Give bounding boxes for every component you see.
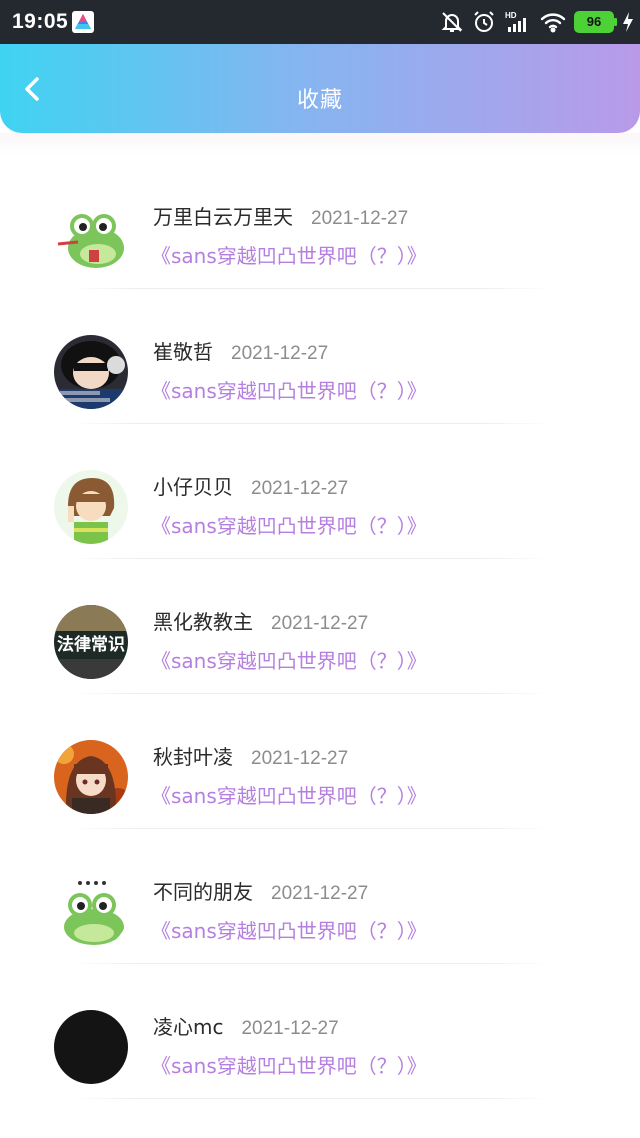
list-item[interactable]: 小仔贝贝 2021-12-27 《sans穿越凹凸世界吧（？）》 xyxy=(0,425,640,560)
divider xyxy=(70,1098,550,1099)
avatar-anime-boy[interactable] xyxy=(54,335,128,409)
work-title-link[interactable]: 《sans穿越凹凸世界吧（？）》 xyxy=(151,645,427,674)
favorite-date: 2021-12-27 xyxy=(271,613,369,634)
favorite-date: 2021-12-27 xyxy=(241,1018,339,1039)
list-item[interactable]: 法律常识 黑化教教主 2021-12-27 《sans穿越凹凸世界吧（？）》 xyxy=(0,560,640,695)
divider xyxy=(70,423,550,424)
favorite-date: 2021-12-27 xyxy=(231,343,329,364)
list-item[interactable]: 崔敬哲 2021-12-27 《sans穿越凹凸世界吧（？）》 xyxy=(0,290,640,425)
avatar-frog[interactable] xyxy=(54,200,128,274)
header-shadow xyxy=(0,133,640,155)
user-name: 黑化教教主 xyxy=(153,610,253,634)
user-name: 崔敬哲 xyxy=(153,340,213,364)
work-title-link[interactable]: 《sans穿越凹凸世界吧（？）》 xyxy=(151,510,427,539)
avatar-cartoon-kid[interactable] xyxy=(54,470,128,544)
favorites-list: 万里白云万里天 2021-12-27 《sans穿越凹凸世界吧（？）》 崔敬哲 … xyxy=(0,155,640,1100)
mute-bell-icon xyxy=(440,10,464,34)
user-name: 秋封叶凌 xyxy=(153,745,233,769)
avatar-dark[interactable] xyxy=(54,1010,128,1084)
divider xyxy=(70,693,550,694)
charging-bolt-icon xyxy=(622,11,634,33)
favorite-date: 2021-12-27 xyxy=(251,748,349,769)
book-title-text: 法律常识 xyxy=(57,634,125,655)
list-item[interactable]: 秋封叶凌 2021-12-27 《sans穿越凹凸世界吧（？）》 xyxy=(0,695,640,830)
favorite-date: 2021-12-27 xyxy=(271,883,369,904)
divider xyxy=(70,288,550,289)
divider xyxy=(70,963,550,964)
alarm-clock-icon xyxy=(472,10,496,34)
status-time: 19:05 xyxy=(12,10,69,33)
wifi-icon xyxy=(540,11,566,33)
avatar-anime-girl[interactable] xyxy=(54,740,128,814)
work-title-link[interactable]: 《sans穿越凹凸世界吧（？）》 xyxy=(151,375,427,404)
page-title: 收藏 xyxy=(296,88,343,113)
svg-text:HD: HD xyxy=(505,11,517,20)
user-name: 万里白云万里天 xyxy=(153,205,293,229)
favorite-date: 2021-12-27 xyxy=(251,478,349,499)
work-title-link[interactable]: 《sans穿越凹凸世界吧（？）》 xyxy=(151,780,427,809)
work-title-link[interactable]: 《sans穿越凹凸世界吧（？）》 xyxy=(151,240,427,269)
user-name: 凌心mc xyxy=(153,1015,224,1039)
user-name: 不同的朋友 xyxy=(153,880,253,904)
user-name: 小仔贝贝 xyxy=(153,475,233,499)
avatar-frog[interactable] xyxy=(54,875,128,949)
divider xyxy=(70,558,550,559)
divider xyxy=(70,828,550,829)
battery-indicator: 96 xyxy=(574,11,617,33)
avatar-law-book[interactable]: 法律常识 xyxy=(54,605,128,679)
work-title-link[interactable]: 《sans穿越凹凸世界吧（？）》 xyxy=(151,915,427,944)
list-item[interactable]: 不同的朋友 2021-12-27 《sans穿越凹凸世界吧（？）》 xyxy=(0,830,640,965)
header-bar: 收藏 xyxy=(0,44,640,133)
work-title-link[interactable]: 《sans穿越凹凸世界吧（？）》 xyxy=(151,1050,427,1079)
list-item[interactable]: 万里白云万里天 2021-12-27 《sans穿越凹凸世界吧（？）》 xyxy=(0,155,640,290)
hd-signal-icon: HD xyxy=(504,10,532,34)
favorite-date: 2021-12-27 xyxy=(311,208,409,229)
app-notification-icon xyxy=(72,11,94,33)
list-item[interactable]: 凌心mc 2021-12-27 《sans穿越凹凸世界吧（？）》 xyxy=(0,965,640,1100)
status-bar: 19:05 HD 96 xyxy=(0,0,640,44)
